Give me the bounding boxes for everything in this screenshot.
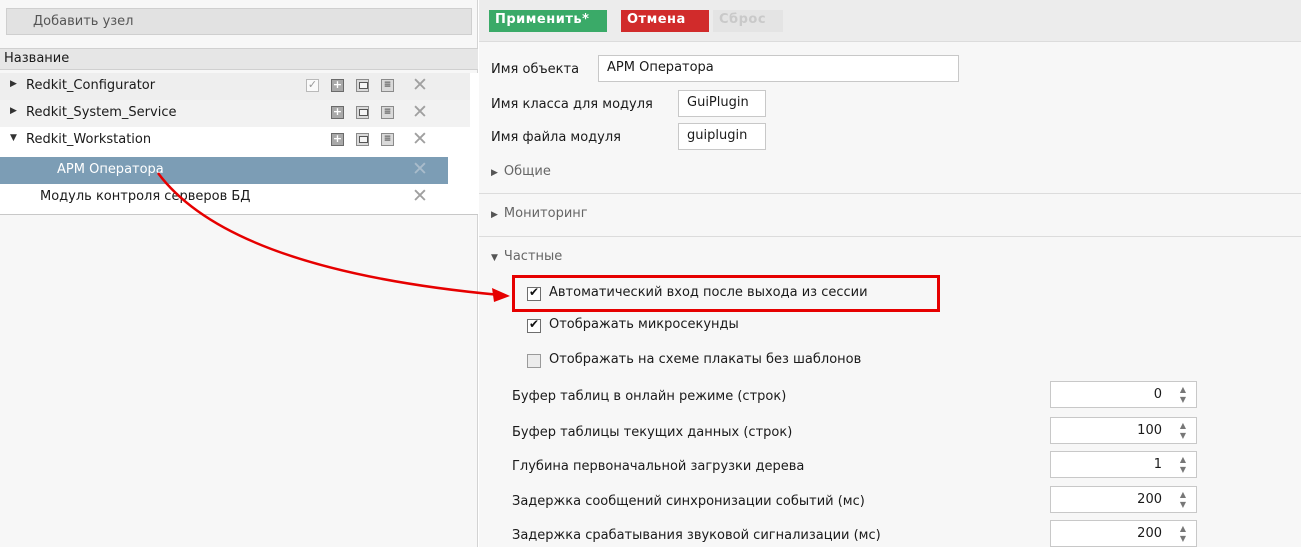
online-table-buffer-spinner[interactable]: 0 ▲ ▼ (1050, 381, 1197, 408)
tree-node-label: Redkit_Configurator (26, 78, 156, 93)
spinner-down-icon[interactable]: ▼ (1180, 395, 1186, 404)
show-microseconds-checkbox[interactable] (527, 317, 541, 333)
window-icon[interactable] (356, 79, 369, 92)
spinner-down-icon[interactable]: ▼ (1180, 500, 1186, 509)
object-name-field[interactable]: АРМ Оператора (598, 55, 959, 82)
spinner-down-icon[interactable]: ▼ (1180, 534, 1186, 543)
spinner-up-icon[interactable]: ▲ (1180, 421, 1186, 430)
object-name-label: Имя объекта (491, 62, 580, 77)
apply-button[interactable]: Применить* (489, 10, 607, 32)
tree-node-redkit-configurator[interactable]: ▶ Redkit_Configurator ✓ + ≡ ✕ (0, 73, 470, 100)
filter-icon[interactable]: ≡ (381, 133, 394, 146)
spinner-down-icon[interactable]: ▼ (1180, 431, 1186, 440)
annotation-highlight-box (512, 275, 940, 312)
spinner-down-icon[interactable]: ▼ (1180, 465, 1186, 474)
tree-node-label: АРМ Оператора (57, 162, 164, 177)
spinner-label: Буфер таблиц в онлайн режиме (строк) (512, 389, 787, 404)
file-name-label: Имя файла модуля (491, 130, 621, 145)
class-name-field[interactable]: GuiPlugin (678, 90, 766, 117)
cancel-button[interactable]: Отмена (621, 10, 709, 32)
show-posters-label: Отображать на схеме плакаты без шаблонов (549, 352, 862, 367)
section-label: Частные (503, 249, 563, 264)
expand-arrow-icon: ▶ (491, 168, 498, 178)
spinner-up-icon[interactable]: ▲ (1180, 455, 1186, 464)
node-tree-panel: Добавить узел Название ▶ Redkit_Configur… (0, 0, 478, 547)
spinner-value: 200 (1137, 526, 1162, 541)
window-icon[interactable] (356, 106, 369, 119)
spinner-up-icon[interactable]: ▲ (1180, 385, 1186, 394)
show-microseconds-label: Отображать микросекунды (549, 317, 739, 332)
file-name-field[interactable]: guiplugin (678, 123, 766, 150)
tree-node-label: Модуль контроля серверов БД (40, 189, 251, 204)
reset-button: Сброс (713, 10, 783, 32)
spinner-label: Задержка срабатывания звуковой сигнализа… (512, 528, 881, 543)
tree-node-redkit-workstation[interactable]: ▼ Redkit_Workstation + ≡ ✕ (0, 127, 470, 154)
current-data-buffer-spinner[interactable]: 100 ▲ ▼ (1050, 417, 1197, 444)
show-posters-checkbox[interactable] (527, 354, 541, 368)
add-child-icon[interactable]: + (331, 79, 344, 92)
close-icon[interactable]: ✕ (412, 74, 428, 96)
divider (479, 236, 1301, 237)
spinner-value: 100 (1137, 423, 1162, 438)
section-general[interactable]: ▶ Общие (491, 164, 551, 179)
add-node-button[interactable]: Добавить узел (6, 8, 472, 35)
close-icon[interactable]: ✕ (412, 158, 428, 180)
section-private[interactable]: ▼ Частные (491, 249, 562, 264)
divider (479, 193, 1301, 194)
sync-delay-spinner[interactable]: 200 ▲ ▼ (1050, 486, 1197, 513)
spinner-label: Буфер таблицы текущих данных (строк) (512, 425, 793, 440)
window-icon[interactable] (356, 133, 369, 146)
filter-icon[interactable]: ≡ (381, 79, 394, 92)
section-label: Общие (503, 164, 551, 179)
spinner-label: Глубина первоначальной загрузки дерева (512, 459, 805, 474)
spinner-up-icon[interactable]: ▲ (1180, 490, 1186, 499)
column-header-name[interactable]: Название (0, 48, 478, 70)
tree-node-db-monitor-module[interactable]: Модуль контроля серверов БД ✕ (0, 184, 470, 211)
close-icon[interactable]: ✕ (412, 101, 428, 123)
tree-node-redkit-system-service[interactable]: ▶ Redkit_System_Service + ≡ ✕ (0, 100, 470, 127)
section-label: Мониторинг (503, 206, 588, 221)
spinner-value: 200 (1137, 492, 1162, 507)
expand-arrow-icon[interactable]: ▶ (10, 79, 17, 89)
tree-node-arm-operator[interactable]: АРМ Оператора ✕ (0, 157, 448, 184)
spinner-value: 0 (1153, 387, 1162, 402)
collapse-arrow-icon[interactable]: ▼ (10, 133, 17, 143)
add-child-icon[interactable]: + (331, 106, 344, 119)
close-icon[interactable]: ✕ (412, 128, 428, 150)
spinner-up-icon[interactable]: ▲ (1180, 524, 1186, 533)
spinner-label: Задержка сообщений синхронизации событий… (512, 494, 865, 509)
expand-arrow-icon: ▶ (491, 210, 498, 220)
properties-panel: Применить* Отмена Сброс Имя объекта АРМ … (479, 0, 1301, 547)
add-child-icon[interactable]: + (331, 133, 344, 146)
node-tree: ▶ Redkit_Configurator ✓ + ≡ ✕ ▶ Redkit_S… (0, 73, 478, 215)
expand-arrow-icon[interactable]: ▶ (10, 106, 17, 116)
sound-alarm-delay-spinner[interactable]: 200 ▲ ▼ (1050, 520, 1197, 547)
tree-node-label: Redkit_Workstation (26, 132, 152, 147)
close-icon[interactable]: ✕ (412, 185, 428, 207)
spinner-value: 1 (1153, 457, 1162, 472)
class-name-label: Имя класса для модуля (491, 97, 653, 112)
tree-node-label: Redkit_System_Service (26, 105, 177, 120)
checkbox-icon[interactable]: ✓ (306, 79, 319, 92)
section-monitoring[interactable]: ▶ Мониторинг (491, 206, 588, 221)
collapse-arrow-icon: ▼ (491, 253, 498, 263)
tree-load-depth-spinner[interactable]: 1 ▲ ▼ (1050, 451, 1197, 478)
filter-icon[interactable]: ≡ (381, 106, 394, 119)
